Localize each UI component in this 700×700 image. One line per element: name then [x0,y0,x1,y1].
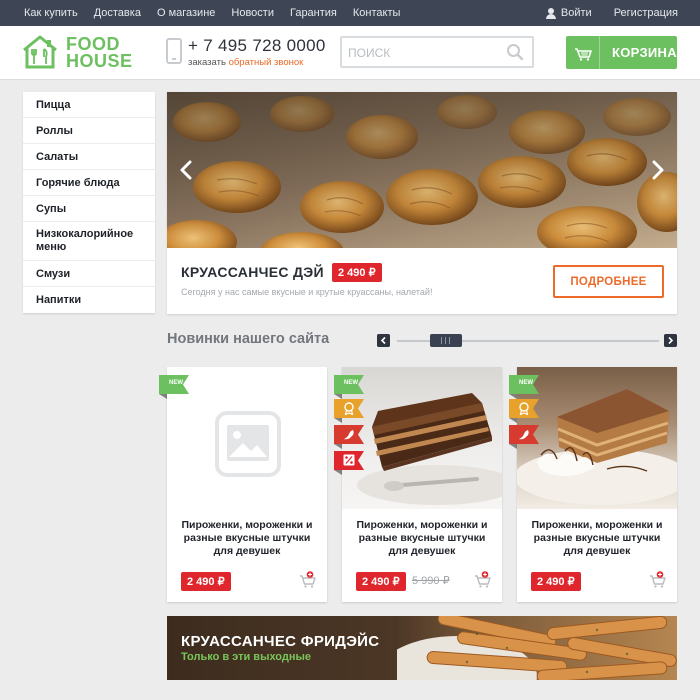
cake-slice-illustration [357,393,502,505]
top-navigation-bar: Как купить Доставка О магазине Новости Г… [0,0,700,26]
product-price: 2 490 ₽ [356,572,406,591]
carousel-next-button[interactable] [664,334,677,347]
sidebar-item-soups[interactable]: Супы [23,196,155,222]
new-badge-label: NEW [344,380,358,386]
sidebar-item-pizza[interactable]: Пицца [23,92,155,118]
add-to-cart-icon[interactable] [474,571,492,589]
cart-button[interactable]: КОРЗИНА [566,36,677,69]
product-price: 2 490 ₽ [181,572,231,591]
sidebar-item-drinks[interactable]: Напитки [23,287,155,313]
pastry-sticks-illustration [397,616,677,680]
add-to-cart-icon[interactable] [299,571,317,589]
promo-title: КРУАССАНЧЕС ФРИДЭЙС [181,633,380,650]
callback-text: заказать обратный звонок [188,57,303,68]
sidebar-item-low-calorie[interactable]: Низкокалорийное меню [23,222,155,261]
new-items-heading: Новинки нашего сайта [167,331,330,347]
search-icon[interactable] [506,43,524,61]
category-sidebar: Пицца Роллы Салаты Горячие блюда Супы Ни… [23,92,155,313]
cart-icon [575,48,592,61]
chili-pepper-icon [519,430,529,440]
nav-link-how-to-buy[interactable]: Как купить [24,0,78,26]
new-badge-label: NEW [519,380,533,386]
top-nav-links: Как купить Доставка О магазине Новости Г… [24,0,416,26]
new-badge: NEW [334,375,364,399]
product-card[interactable]: NEW Пироженки, мороженки и разные вкусны… [509,367,677,602]
cake-with-cream-illustration [517,389,677,505]
product-name[interactable]: Пироженки, мороженки и разные вкусные шт… [350,519,494,558]
nav-link-warranty[interactable]: Гарантия [290,0,337,26]
promo-banner[interactable]: КРУАССАНЧЕС ФРИДЭЙС Только в эти выходны… [167,616,677,680]
account-links: Войти Регистрация [545,0,678,26]
login-link[interactable]: Войти [561,0,592,26]
slide-description: Сегодня у нас самые вкусные и крутые кру… [181,287,433,297]
cart-label: КОРЗИНА [612,45,677,60]
discount-badge [334,451,364,475]
slider-next-arrow-icon[interactable] [651,160,665,180]
callback-link[interactable]: обратный звонок [229,57,304,68]
more-details-button[interactable]: ПОДРОБНЕЕ [553,265,664,298]
phone-icon [166,38,182,64]
search-box [340,36,534,68]
product-card[interactable]: NEW Пироженки, мороженки и разные вкусны… [159,367,327,602]
product-name[interactable]: Пироженки, мороженки и разные вкусные шт… [525,519,669,558]
award-icon [344,402,354,415]
carousel-prev-button[interactable] [377,334,390,347]
cart-icon-wrap [566,36,600,69]
search-input[interactable] [348,44,498,62]
user-icon [545,7,556,19]
slide-title: КРУАССАНЧЕС ДЭЙ [181,264,324,280]
award-icon [519,402,529,415]
sidebar-item-rolls[interactable]: Роллы [23,118,155,144]
hero-slider: КРУАССАНЧЕС ДЭЙ 2 490 ₽ Сегодня у нас са… [167,92,677,314]
logo-text-house: HOUSE [66,51,133,71]
placeholder-image-icon [215,411,281,477]
award-badge [509,399,539,423]
croissants-photo [167,92,677,248]
callback-prefix: заказать [188,57,226,68]
slide-price-badge: 2 490 ₽ [332,263,382,282]
phone-number[interactable]: + 7 495 728 0000 [188,36,326,56]
promo-subtitle: Только в эти выходные [181,651,312,663]
house-logo-icon [23,35,57,69]
site-header: FOOD HOUSE + 7 495 728 0000 заказать обр… [0,26,700,80]
sidebar-item-hot-dishes[interactable]: Горячие блюда [23,170,155,196]
product-image [342,367,502,509]
product-name[interactable]: Пироженки, мороженки и разные вкусные шт… [175,519,319,558]
nav-link-about[interactable]: О магазине [157,0,215,26]
slider-prev-arrow-icon[interactable] [179,160,193,180]
chili-pepper-icon [344,430,354,440]
product-image [517,367,677,509]
nav-link-contacts[interactable]: Контакты [353,0,401,26]
sidebar-item-smoothies[interactable]: Смузи [23,261,155,287]
new-badge-label: NEW [169,380,183,386]
percent-icon [343,454,355,466]
add-to-cart-icon[interactable] [649,571,667,589]
carousel-scroll-thumb[interactable] [430,334,462,347]
product-old-price: 5 990 ₽ [412,575,450,587]
register-link[interactable]: Регистрация [614,0,678,26]
sidebar-item-salads[interactable]: Салаты [23,144,155,170]
nav-link-delivery[interactable]: Доставка [94,0,141,26]
new-badge: NEW [509,375,539,399]
croissants-illustration [167,92,677,248]
product-card[interactable]: NEW Пироженки, мороженки и разные вкусны… [334,367,502,602]
nav-link-news[interactable]: Новости [231,0,274,26]
product-price: 2 490 ₽ [531,572,581,591]
logo[interactable]: FOOD HOUSE [22,35,132,71]
spicy-badge [334,425,364,449]
award-badge [334,399,364,423]
new-badge: NEW [159,375,189,399]
product-image-placeholder [167,367,327,509]
spicy-badge [509,425,539,449]
